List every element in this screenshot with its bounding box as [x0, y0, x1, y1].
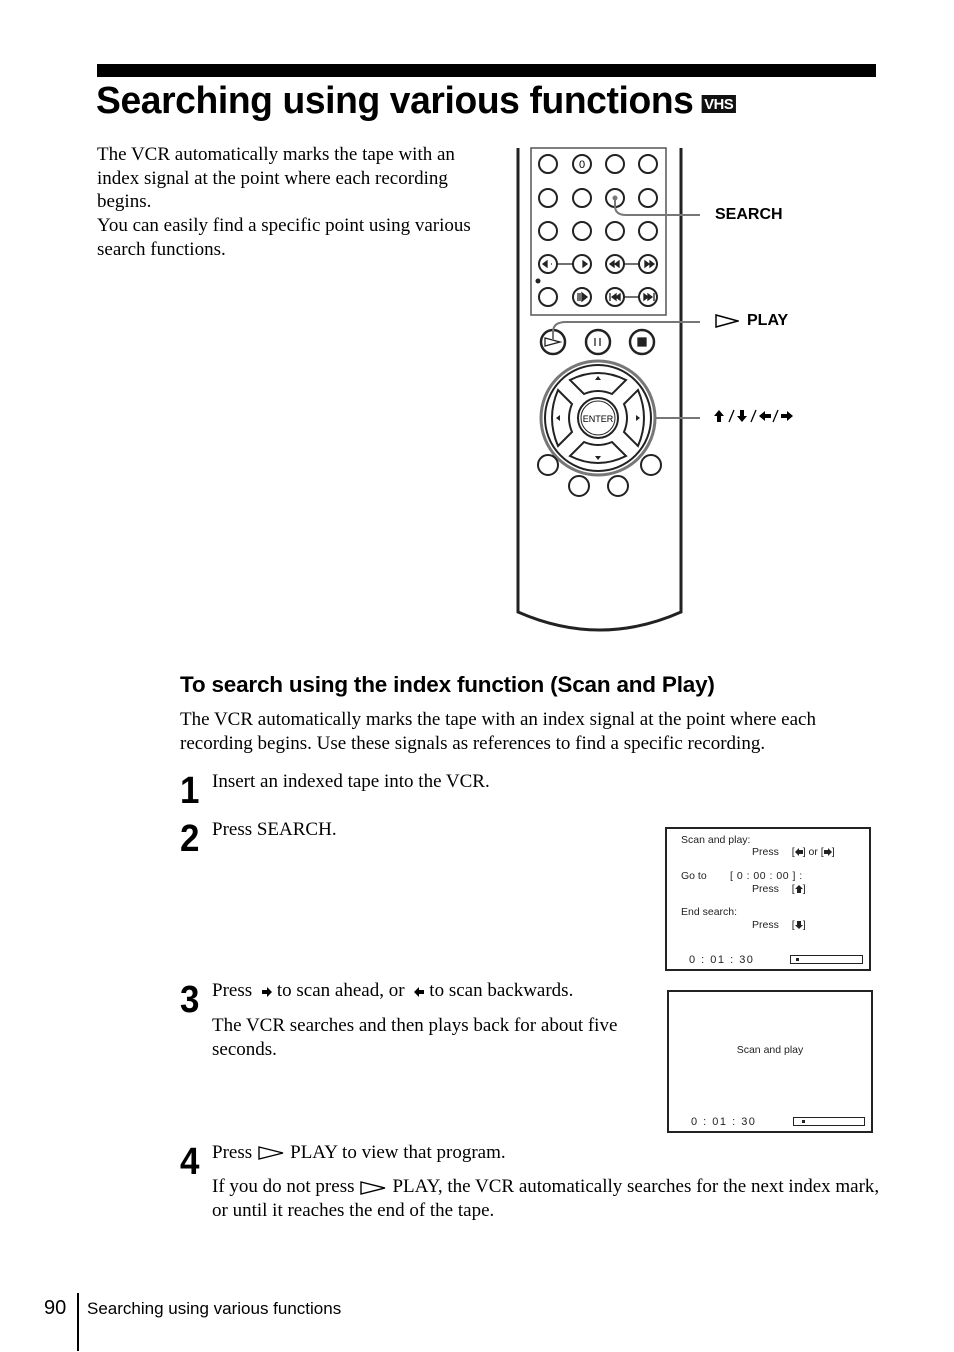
tape-counter: 0 : 01 : 30	[691, 1116, 757, 1128]
goto-instruction: Press []	[752, 883, 806, 895]
tape-position-marker	[796, 958, 799, 961]
search-callout: SEARCH	[715, 206, 783, 223]
step-text-part: Press	[212, 1142, 253, 1163]
remote-button	[638, 154, 658, 174]
step-number: 3	[180, 979, 200, 1021]
step-note: If you do not press PLAY, the VCR automat…	[212, 1175, 882, 1223]
running-title: Searching using various functions	[87, 1299, 342, 1318]
step-note: The VCR searches and then plays back for…	[212, 1015, 618, 1060]
remote-button	[572, 221, 592, 241]
section-heading: To search using the index function (Scan…	[180, 672, 715, 697]
scan-label: Scan and play:	[681, 834, 751, 846]
step-text-part: Press	[212, 980, 253, 1001]
step-text: Insert an indexed tape into the VCR.	[212, 771, 490, 792]
tape-position-bar	[793, 1117, 865, 1126]
step-text: Press to scan ahead, or to scan backward…	[212, 979, 573, 1003]
remote-button	[572, 188, 592, 208]
step-number: 4	[180, 1141, 200, 1183]
page-title-text: Searching using various functions	[96, 80, 694, 122]
play-icon	[360, 1180, 386, 1195]
goto-value: [ 0 : 00 : 00 ] :	[730, 870, 803, 882]
tape-position-marker	[802, 1120, 805, 1123]
page-title: Searching using various functions VHS	[96, 80, 737, 123]
stop-icon	[637, 337, 647, 347]
arrow-keys-icon	[714, 409, 793, 423]
index-forward-button	[572, 254, 592, 274]
remote-button	[607, 475, 629, 497]
right-arrow-icon	[823, 848, 832, 857]
end-search-instruction: Press []	[752, 919, 806, 931]
step-text-part: to scan backwards.	[429, 980, 574, 1001]
intro-paragraph: You can easily find a specific point usi…	[97, 215, 471, 260]
intro-text: The VCR automatically marks the tape wit…	[97, 143, 477, 262]
remote-button	[605, 154, 625, 174]
remote-button	[638, 221, 658, 241]
remote-button	[538, 221, 558, 241]
footer-divider	[77, 1293, 79, 1351]
enter-label: ENTER	[583, 414, 614, 424]
step-number: 2	[180, 818, 200, 860]
end-search-label: End search:	[681, 906, 738, 918]
search-pointer-dot	[612, 195, 618, 201]
play-icon	[715, 314, 739, 328]
vhs-badge: VHS	[701, 95, 737, 113]
scan-instruction: Press [] or []	[752, 846, 835, 858]
press-label: Press	[752, 919, 779, 931]
tape-counter: 0 : 01 : 30	[689, 954, 755, 966]
step-text-part: If you do not press	[212, 1176, 355, 1197]
record-dot	[535, 278, 541, 284]
play-callout: PLAY	[715, 312, 788, 330]
page-number: 90	[44, 1297, 67, 1319]
remote-button	[605, 221, 625, 241]
down-arrow-icon	[794, 921, 803, 930]
tape-position-bar	[790, 955, 863, 964]
remote-button	[638, 188, 658, 208]
scan-message: Scan and play	[736, 1044, 804, 1056]
return-button	[640, 454, 662, 476]
step-text-part: to scan ahead, or	[276, 980, 405, 1001]
title-rule	[97, 64, 876, 77]
tv-screen-search-menu: Scan and play: Press [] or [] Go to [ 0 …	[665, 827, 871, 971]
pause-button	[584, 328, 612, 356]
remote-control-illustration: 0 ENTER	[516, 147, 700, 632]
play-callout-label: PLAY	[747, 312, 789, 329]
remote-button	[537, 454, 559, 476]
press-label: Press	[752, 883, 779, 895]
or-label: or	[808, 846, 818, 858]
play-icon	[258, 1146, 284, 1160]
remote-button	[538, 154, 558, 174]
arrow-keys-callout	[714, 408, 794, 429]
play-leader-line	[552, 321, 700, 340]
record-button	[538, 287, 558, 307]
remote-button	[568, 475, 590, 497]
left-arrow-icon	[414, 986, 425, 997]
up-arrow-icon	[794, 885, 803, 894]
left-arrow-icon	[794, 848, 803, 857]
remote-button	[538, 188, 558, 208]
section-body: The VCR automatically marks the tape wit…	[180, 709, 816, 754]
step-text-part: PLAY to view that program.	[290, 1142, 506, 1163]
index-back-button	[538, 254, 558, 274]
step-text: Press PLAY to view that program.	[212, 1141, 506, 1165]
button-zero-label: 0	[579, 159, 585, 171]
goto-label: Go to	[681, 870, 707, 882]
step-number: 1	[180, 770, 200, 812]
press-label: Press	[752, 846, 779, 858]
right-arrow-icon	[261, 986, 272, 997]
tv-screen-scanning: Scan and play 0 : 01 : 30	[667, 990, 873, 1133]
intro-paragraph: The VCR automatically marks the tape wit…	[97, 144, 455, 213]
step-text: Press SEARCH.	[212, 819, 337, 840]
